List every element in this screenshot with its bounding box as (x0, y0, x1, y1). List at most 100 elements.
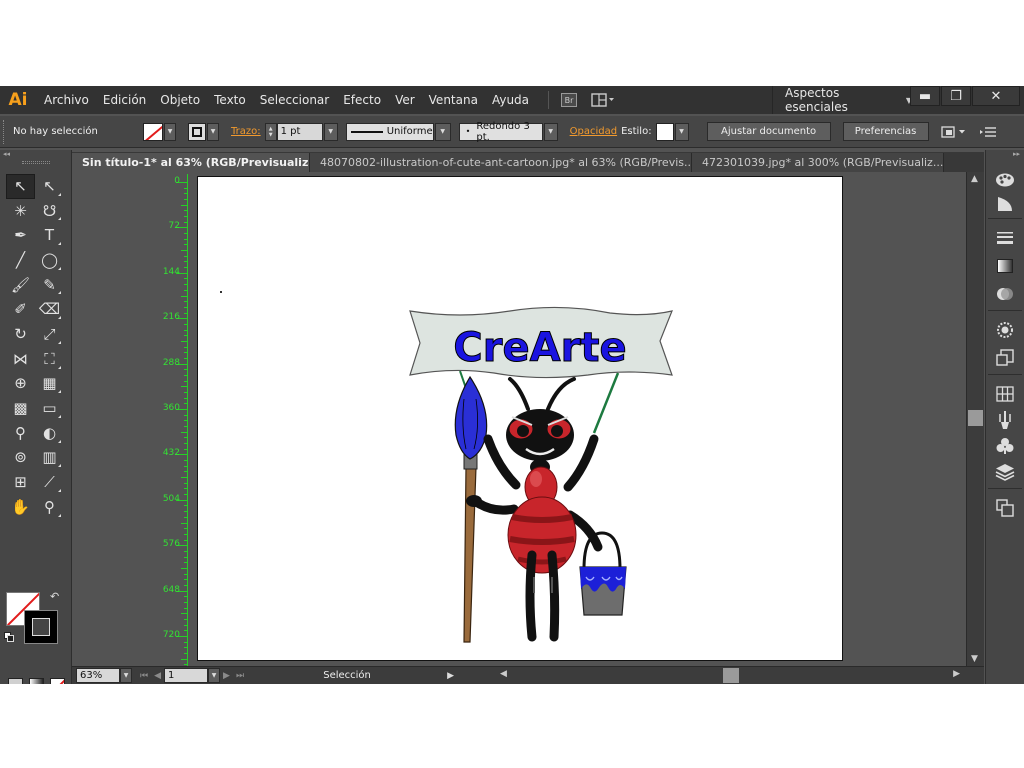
artboard-tool[interactable]: ⊞ (6, 470, 35, 495)
magic-wand-tool[interactable]: ✳ (6, 199, 35, 224)
menu-efecto[interactable]: Efecto (336, 86, 388, 114)
selection-tool[interactable]: ↖ (6, 174, 35, 199)
menu-archivo[interactable]: Archivo (36, 86, 96, 114)
menu-seleccionar[interactable]: Seleccionar (253, 86, 336, 114)
slice-tool[interactable]: ⟋ (35, 470, 64, 495)
blob-brush-tool[interactable]: ✐ (6, 297, 35, 322)
graphic-style-swatch[interactable] (655, 122, 674, 141)
collapse-panel-icon[interactable]: ◂◂ (0, 150, 71, 158)
panel-menu-button[interactable] (979, 126, 997, 138)
pencil-tool[interactable]: ✎ (35, 273, 64, 298)
paintbrush-tool[interactable]: 🖌 (6, 273, 35, 298)
tab-sin-titulo[interactable]: Sin título-1* al 63% (RGB/Previsualizar)… (72, 153, 310, 172)
eyedropper-tool[interactable]: ⚲ (6, 421, 35, 446)
stroke-weight-stepper[interactable]: ▲ ▼ (264, 122, 277, 141)
color-mode-button[interactable] (8, 678, 23, 684)
gradient-icon[interactable] (986, 254, 1024, 278)
arrange-documents-button[interactable] (591, 92, 615, 108)
minimize-button[interactable]: ▬ (910, 86, 940, 106)
artboard-dropdown[interactable]: ▼ (208, 668, 221, 683)
horizontal-scroll-thumb[interactable] (723, 668, 739, 683)
eraser-tool[interactable]: ⌫ (35, 297, 64, 322)
zoom-field[interactable]: 63% (76, 668, 120, 683)
zoom-tool[interactable]: ⚲ (35, 495, 64, 520)
ellipse-tool[interactable]: ◯ (35, 248, 64, 273)
restore-button[interactable]: ❐ (941, 86, 971, 106)
artboards-icon[interactable] (986, 496, 1024, 520)
stroke-swatch[interactable] (24, 610, 58, 644)
brush-dropdown[interactable]: ▼ (543, 122, 558, 141)
color-guide-icon[interactable] (986, 192, 1024, 216)
previous-artboard-icon[interactable]: ◀ (154, 671, 161, 681)
color-icon[interactable] (986, 168, 1024, 192)
menu-edicion[interactable]: Edición (96, 86, 153, 114)
menu-texto[interactable]: Texto (207, 86, 253, 114)
scroll-right-icon[interactable]: ▶ (953, 669, 960, 679)
isolate-object-button[interactable] (940, 125, 967, 139)
status-menu-icon[interactable]: ▶ (447, 671, 454, 681)
transparency-icon[interactable] (986, 282, 1024, 306)
zoom-dropdown[interactable]: ▼ (120, 668, 132, 683)
stroke-weight-field[interactable]: 1 pt (276, 122, 323, 141)
next-artboard-icon[interactable]: ▶ (223, 671, 230, 681)
vertical-scroll-thumb[interactable] (968, 410, 983, 426)
layers-icon[interactable] (986, 460, 1024, 484)
vertical-scrollbar[interactable]: ▲ ▼ (966, 172, 984, 666)
scroll-up-icon[interactable]: ▲ (971, 174, 978, 184)
fill-dropdown[interactable]: ▼ (164, 122, 176, 141)
swap-fill-stroke-icon[interactable]: ↶ (50, 590, 59, 603)
tab-ant-cartoon[interactable]: 48070802-illustration-of-cute-ant-cartoo… (310, 153, 692, 172)
adjust-document-button[interactable]: Ajustar documento (706, 122, 831, 141)
bridge-button[interactable]: Br (561, 93, 578, 107)
workspace-switcher[interactable]: Aspectos esenciales ▼ (772, 86, 912, 114)
first-artboard-icon[interactable]: ⏮ (140, 671, 148, 681)
menu-ayuda[interactable]: Ayuda (485, 86, 536, 114)
control-bar-grip[interactable] (3, 119, 7, 144)
gradient-tool[interactable]: ▭ (35, 396, 64, 421)
expand-panels-icon[interactable]: ▸▸ (986, 150, 1024, 158)
direct-selection-tool[interactable]: ↖ (35, 174, 64, 199)
free-transform-tool[interactable]: ⛶ (35, 347, 64, 372)
width-tool[interactable]: ⋈ (6, 347, 35, 372)
lasso-tool[interactable]: ☋ (35, 199, 64, 224)
scroll-down-icon[interactable]: ▼ (971, 654, 978, 664)
none-mode-button[interactable] (50, 678, 65, 684)
stroke-icon[interactable] (986, 226, 1024, 250)
tab-472301039[interactable]: 472301039.jpg* al 300% (RGB/Previsualiz.… (692, 153, 944, 172)
brushes-icon[interactable] (986, 408, 1024, 432)
menu-objeto[interactable]: Objeto (153, 86, 207, 114)
close-button[interactable]: ✕ (972, 86, 1020, 106)
pen-tool[interactable]: ✒ (6, 223, 35, 248)
variable-width-profile[interactable]: Uniforme (345, 122, 434, 141)
swatches-icon[interactable] (986, 382, 1024, 406)
hand-tool[interactable]: ✋ (6, 495, 35, 520)
symbols-icon[interactable] (986, 434, 1024, 458)
stroke-dropdown[interactable]: ▼ (207, 122, 219, 141)
fill-color-swatch[interactable] (143, 122, 163, 141)
shape-builder-tool[interactable]: ⊕ (6, 372, 35, 397)
appearance-icon[interactable] (986, 318, 1024, 342)
column-graph-tool[interactable]: ▥ (35, 446, 64, 471)
type-tool[interactable]: T (35, 223, 64, 248)
preferences-button[interactable]: Preferencias (842, 122, 929, 141)
scale-tool[interactable]: ⤢ (35, 322, 64, 347)
horizontal-scrollbar[interactable]: ◀ ▶ (498, 668, 962, 683)
artboard-number-field[interactable]: 1 (164, 668, 209, 683)
stroke-weight-dropdown[interactable]: ▼ (323, 122, 338, 141)
tools-panel-grip[interactable] (21, 161, 50, 164)
scroll-left-icon[interactable]: ◀ (500, 669, 507, 679)
menu-ver[interactable]: Ver (388, 86, 422, 114)
menu-ventana[interactable]: Ventana (422, 86, 485, 114)
blend-tool[interactable]: ◐ (35, 421, 64, 446)
opacity-label[interactable]: Opacidad (570, 126, 617, 137)
gradient-mode-button[interactable] (29, 678, 44, 684)
stroke-label[interactable]: Trazo: (231, 126, 261, 137)
brush-definition[interactable]: • Redondo 3 pt. (458, 121, 543, 143)
last-artboard-icon[interactable]: ⏭ (236, 671, 244, 681)
profile-dropdown[interactable]: ▼ (434, 122, 451, 141)
line-segment-tool[interactable]: ╱ (6, 248, 35, 273)
mesh-tool[interactable]: ▩ (6, 396, 35, 421)
artboard[interactable]: CreArte (197, 176, 843, 661)
graphic-styles-icon[interactable] (986, 346, 1024, 370)
default-fill-stroke-icon[interactable] (4, 632, 14, 642)
